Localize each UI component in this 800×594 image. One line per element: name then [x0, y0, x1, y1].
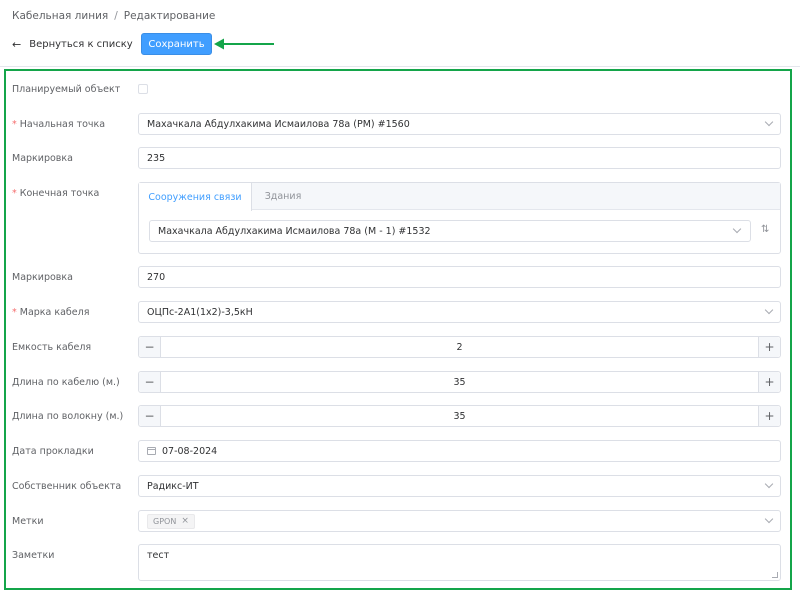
decrement-button[interactable]: − — [139, 372, 161, 392]
arrow-left-icon: ← — [12, 38, 22, 51]
cable-length-input[interactable]: 35 — [161, 372, 758, 392]
marking-end-input[interactable]: 270 — [138, 266, 781, 288]
owner-label: Собственник объекта — [12, 481, 122, 492]
resize-handle-icon[interactable] — [772, 572, 778, 578]
end-point-value: Махачкала Абдулхакима Исмаилова 78а (М -… — [158, 225, 431, 237]
breadcrumb-current: Редактирование — [123, 10, 216, 22]
cable-capacity-label: Емкость кабеля — [12, 342, 92, 353]
laying-date-value: 07-08-2024 — [162, 445, 218, 457]
start-point-label: * Начальная точка — [12, 119, 106, 130]
fiber-length-stepper: − 35 + — [138, 405, 781, 427]
chevron-down-icon — [764, 479, 774, 489]
end-point-panel: Сооружения связи Здания Махачкала Абдулх… — [138, 182, 781, 254]
start-point-value: Махачкала Абдулхакима Исмаилова 78а (РМ)… — [147, 118, 410, 130]
breadcrumb-separator: / — [114, 10, 118, 22]
increment-button[interactable]: + — [758, 372, 780, 392]
chevron-down-icon — [732, 224, 742, 234]
cable-length-label: Длина по кабелю (м.) — [12, 377, 120, 388]
header-divider — [0, 66, 800, 67]
start-point-select[interactable]: Махачкала Абдулхакима Исмаилова 78а (РМ)… — [138, 113, 781, 135]
decrement-button[interactable]: − — [139, 406, 161, 426]
cable-capacity-input[interactable]: 2 — [161, 337, 758, 357]
cable-brand-label: * Марка кабеля — [12, 307, 90, 318]
marking-start-value: 235 — [147, 152, 166, 164]
increment-button[interactable]: + — [758, 337, 780, 357]
decrement-button[interactable]: − — [139, 337, 161, 357]
owner-value: Радикс-ИТ — [147, 480, 199, 492]
planned-object-label: Планируемый объект — [12, 84, 121, 95]
tab-communication-structures[interactable]: Сооружения связи — [139, 183, 252, 211]
tags-label: Метки — [12, 516, 44, 527]
notes-textarea[interactable]: тест — [138, 544, 781, 581]
marking-end-value: 270 — [147, 271, 166, 283]
laying-date-label: Дата прокладки — [12, 446, 94, 457]
end-point-select[interactable]: Махачкала Абдулхакима Исмаилова 78а (М -… — [149, 220, 751, 242]
cable-brand-select[interactable]: ОЦПс-2А1(1х2)-3,5кН — [138, 301, 781, 323]
end-point-label: * Конечная точка — [12, 188, 100, 199]
marking-label: Маркировка — [12, 272, 73, 283]
fiber-length-input[interactable]: 35 — [161, 406, 758, 426]
breadcrumb: Кабельная линия / Редактирование — [12, 10, 215, 22]
laying-date-picker[interactable]: 07-08-2024 — [138, 440, 781, 462]
tag-chip-label: GPON — [153, 516, 177, 526]
cable-capacity-stepper: − 2 + — [138, 336, 781, 358]
cable-brand-value: ОЦПс-2А1(1х2)-3,5кН — [147, 306, 253, 318]
notes-value: тест — [147, 550, 170, 561]
close-icon[interactable]: × — [181, 516, 189, 526]
back-to-list-link[interactable]: ← Вернуться к списку — [12, 38, 133, 51]
breadcrumb-parent[interactable]: Кабельная линия — [12, 10, 108, 22]
sort-icon[interactable]: ⇅ — [761, 224, 769, 235]
tab-buildings[interactable]: Здания — [252, 183, 314, 210]
marking-label: Маркировка — [12, 153, 73, 164]
calendar-icon — [147, 447, 156, 455]
end-point-tabs: Сооружения связи Здания — [139, 183, 780, 211]
chevron-down-icon — [764, 514, 774, 524]
save-button[interactable]: Сохранить — [141, 33, 212, 55]
tag-chip: GPON × — [147, 513, 195, 529]
back-to-list-label: Вернуться к списку — [29, 39, 133, 50]
chevron-down-icon — [764, 117, 774, 127]
chevron-down-icon — [764, 305, 774, 315]
owner-select[interactable]: Радикс-ИТ — [138, 475, 781, 497]
increment-button[interactable]: + — [758, 406, 780, 426]
cable-length-stepper: − 35 + — [138, 371, 781, 393]
marking-start-input[interactable]: 235 — [138, 147, 781, 169]
annotation-arrow-icon — [214, 38, 274, 50]
planned-object-checkbox[interactable] — [138, 84, 148, 94]
tags-select[interactable]: GPON × — [138, 510, 781, 532]
fiber-length-label: Длина по волокну (м.) — [12, 411, 124, 422]
notes-label: Заметки — [12, 550, 55, 561]
